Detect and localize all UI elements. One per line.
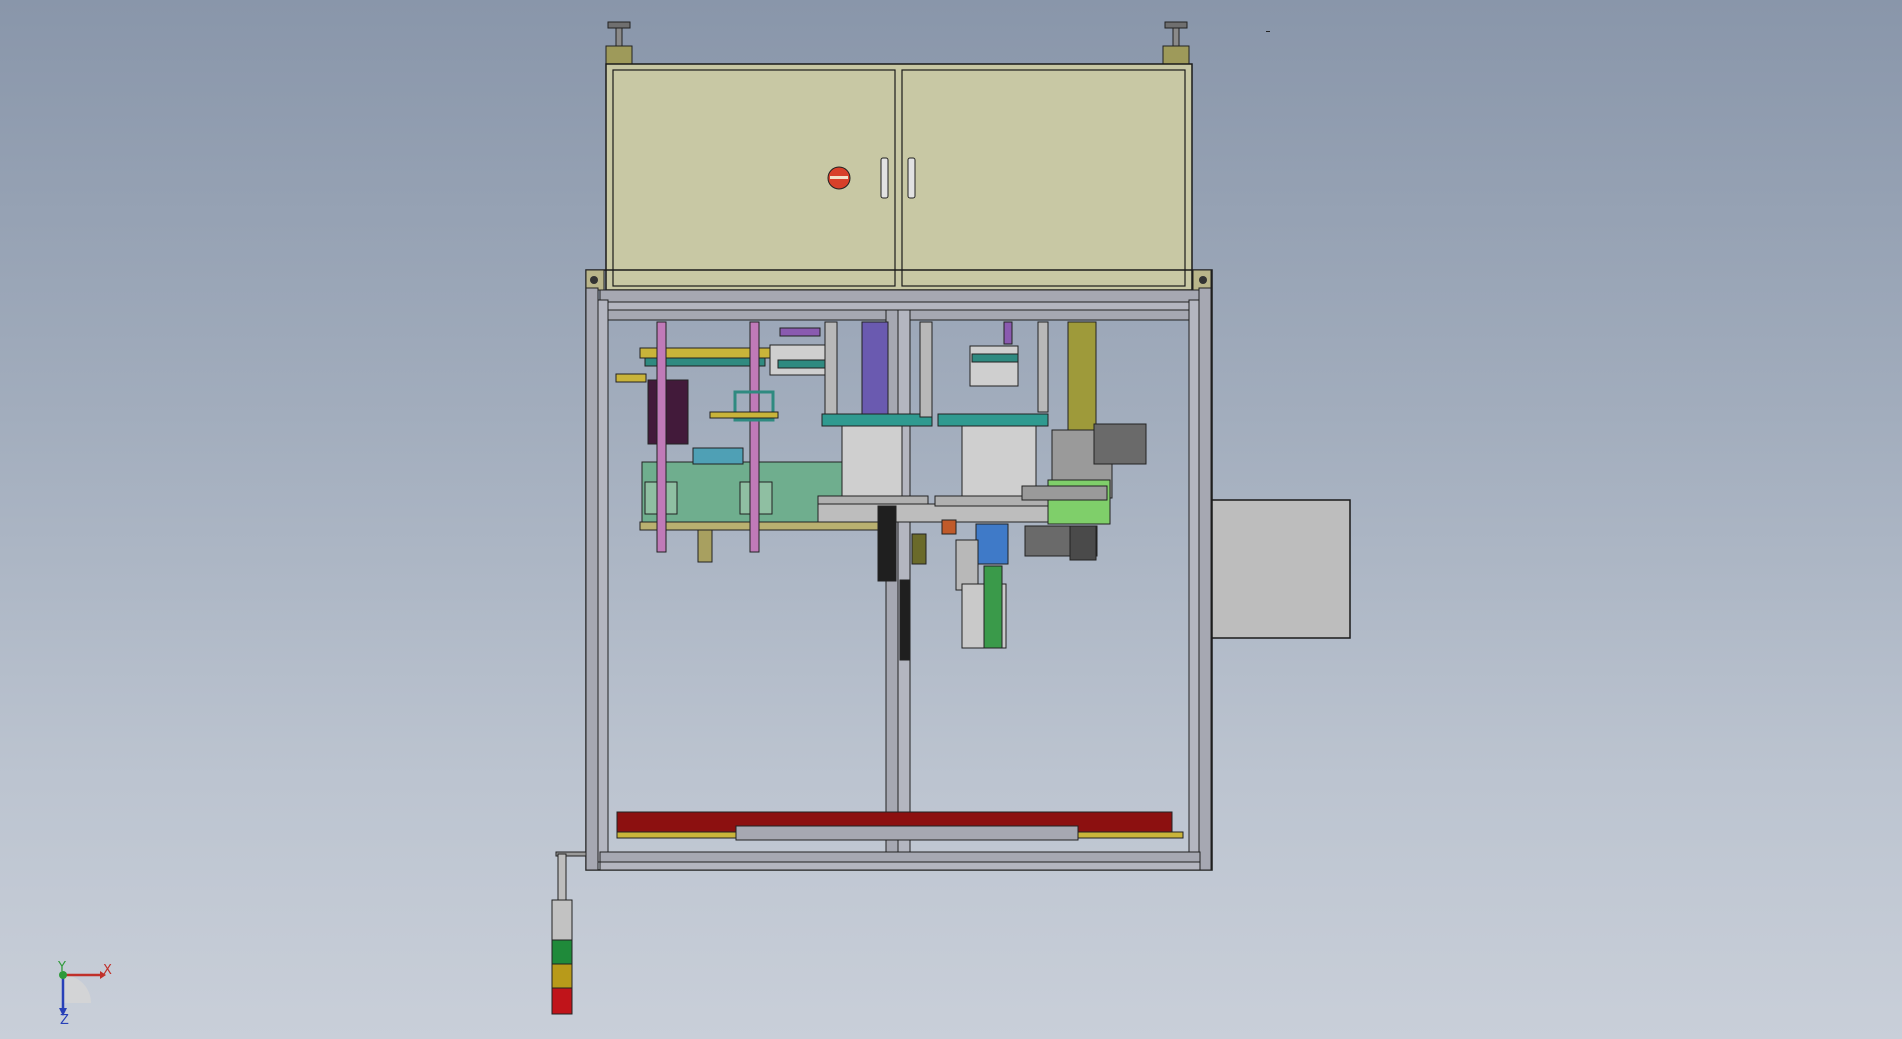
door-handle-left xyxy=(880,157,889,199)
y-axis-label: Y xyxy=(57,960,66,975)
x-axis-label: X xyxy=(103,963,112,978)
stack-light[interactable] xyxy=(551,851,587,1015)
left-mechanism[interactable] xyxy=(615,321,881,563)
stack-light-green xyxy=(551,939,573,965)
base-plate[interactable] xyxy=(616,811,1184,841)
side-control-box[interactable] xyxy=(1211,499,1351,639)
leveling-foot-left xyxy=(605,21,633,65)
rotary-table-right[interactable] xyxy=(919,321,1061,507)
door-handle-right xyxy=(907,157,916,199)
axis-triad: X Y Z xyxy=(57,960,112,1028)
guide-rod-left-1 xyxy=(656,321,667,553)
cabinet-door-right[interactable] xyxy=(901,69,1186,287)
leveling-foot-right xyxy=(1162,21,1190,65)
cursor-mark xyxy=(1266,31,1270,32)
z-axis-label: Z xyxy=(60,1013,69,1028)
upper-cabinet[interactable] xyxy=(605,21,1193,291)
guide-rod-left-2 xyxy=(749,321,760,553)
cad-viewport[interactable]: X Y Z xyxy=(0,0,1902,1039)
stack-light-yellow xyxy=(551,963,573,989)
stack-light-red xyxy=(551,987,573,1015)
machine-assembly-model[interactable]: X Y Z xyxy=(0,0,1902,1039)
cabinet-door-left[interactable] xyxy=(612,69,896,287)
